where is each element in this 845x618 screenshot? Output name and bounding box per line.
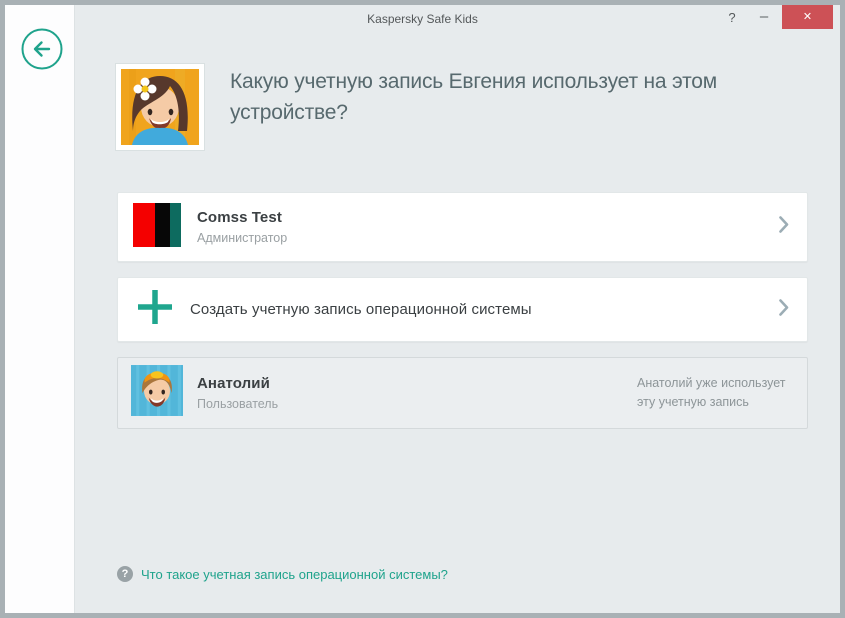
plus-icon: [136, 288, 174, 331]
back-button[interactable]: [21, 28, 63, 70]
create-account-label: Создать учетную запись операционной сист…: [190, 301, 532, 318]
create-account-card[interactable]: Создать учетную запись операционной сист…: [117, 277, 808, 342]
account-role: Пользователь: [197, 397, 279, 411]
question-mark-icon: ?: [728, 10, 736, 25]
page-title: Какую учетную запись Евгения использует …: [230, 66, 790, 128]
window-frame: Kaspersky Safe Kids ? – ✕ Какую учетную …: [0, 0, 845, 618]
sidebar: [5, 5, 75, 613]
account-status-line1: Анатолий уже использует: [637, 376, 786, 390]
account-card-admin[interactable]: Comss Test Администратор: [117, 192, 808, 262]
chevron-right-icon: [779, 216, 789, 238]
girl-avatar-icon: [121, 69, 199, 145]
account-card-user: Анатолий Пользователь Анатолий уже испол…: [117, 357, 808, 429]
chevron-right-icon: [779, 298, 789, 321]
window-title: Kaspersky Safe Kids: [367, 12, 478, 26]
close-icon: ✕: [802, 11, 813, 23]
boy-avatar-icon: [131, 365, 183, 421]
child-avatar: [115, 63, 205, 151]
footer-link-label: Что такое учетная запись операционной си…: [141, 566, 448, 582]
page-title-line2: устройстве?: [230, 101, 348, 124]
help-circle-icon: ?: [117, 566, 133, 582]
account-status-line2: эту учетную запись: [637, 395, 749, 409]
page-title-line1: Какую учетную запись Евгения использует …: [230, 70, 717, 93]
account-role: Администратор: [197, 231, 288, 245]
back-arrow-icon: [21, 28, 63, 73]
minimize-icon: –: [759, 8, 769, 25]
window-body: Kaspersky Safe Kids ? – ✕ Какую учетную …: [5, 5, 840, 613]
account-name: Comss Test: [197, 209, 282, 226]
account-status-text: Анатолий уже использует эту учетную запи…: [637, 374, 789, 412]
titlebar-help-button[interactable]: ?: [724, 9, 740, 27]
minimize-button[interactable]: –: [756, 7, 772, 27]
flag-icon: [133, 202, 181, 252]
footer-help-link[interactable]: ? Что такое учетная запись операционной …: [117, 565, 448, 583]
account-name: Анатолий: [197, 375, 270, 392]
close-button[interactable]: ✕: [782, 5, 833, 29]
